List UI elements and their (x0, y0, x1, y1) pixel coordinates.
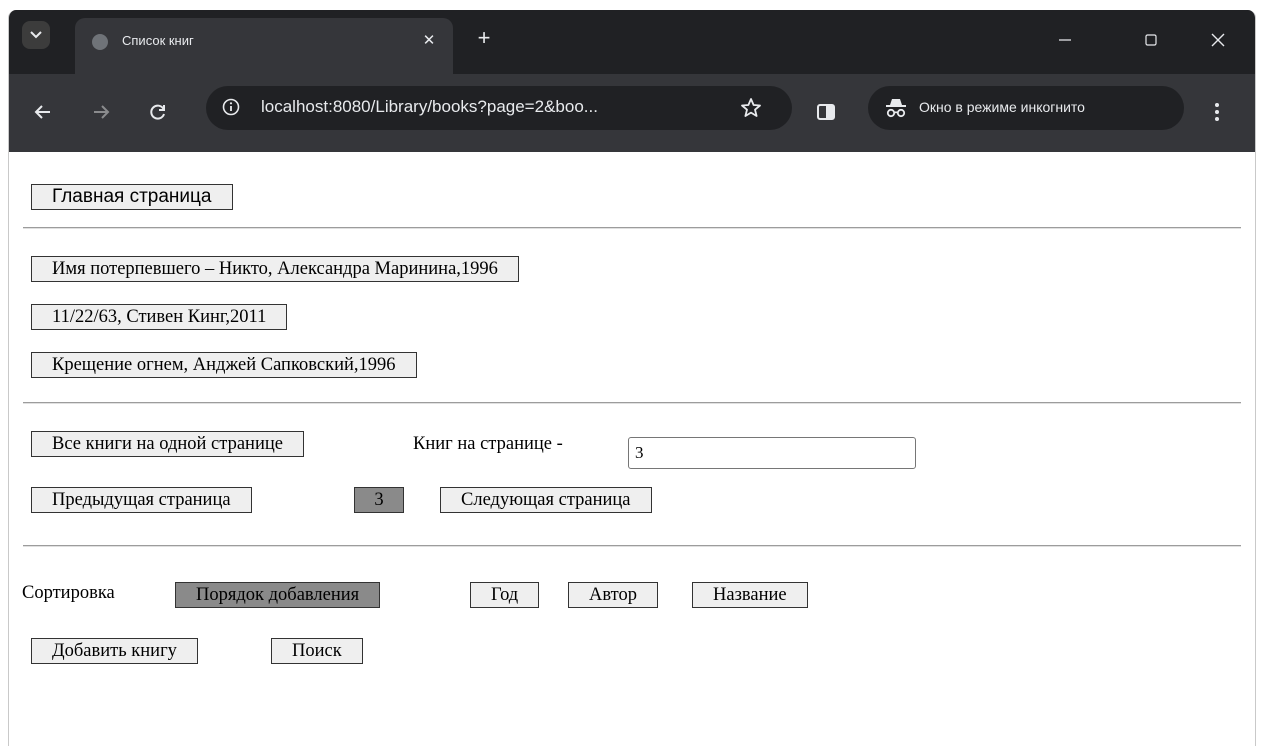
chevron-down-icon (30, 31, 42, 39)
book-item-3[interactable]: Крещение огнем, Анджей Сапковский,1996 (31, 352, 417, 378)
toolbar: localhost:8080/Library/books?page=2&boo.… (9, 74, 1255, 152)
incognito-badge[interactable]: Окно в режиме инкогнито (868, 86, 1184, 130)
close-icon (1211, 33, 1225, 47)
back-button[interactable] (31, 100, 55, 124)
minimize-button[interactable] (1045, 28, 1085, 52)
close-window-button[interactable] (1198, 28, 1238, 52)
incognito-label: Окно в режиме инкогнито (919, 99, 1085, 115)
forward-button[interactable] (89, 100, 113, 124)
per-page-label: Книг на странице - (413, 434, 563, 454)
sort-label: Сортировка (22, 583, 115, 603)
divider (23, 227, 1241, 229)
book-item-2[interactable]: 11/22/63, Стивен Кинг,2011 (31, 304, 288, 330)
tab-title: Список книг (122, 33, 194, 48)
side-panel-icon[interactable] (814, 100, 838, 124)
previous-page-button[interactable]: Предыдущая страница (31, 487, 252, 513)
info-icon[interactable] (222, 98, 240, 116)
tab-search-button[interactable] (22, 21, 50, 49)
incognito-icon (886, 99, 906, 118)
url-text[interactable]: localhost:8080/Library/books?page=2&boo.… (261, 97, 598, 117)
address-bar[interactable]: localhost:8080/Library/books?page=2&boo.… (206, 86, 792, 130)
current-page-indicator: 3 (354, 487, 404, 513)
tab-active[interactable]: Список книг ✕ (75, 18, 453, 74)
more-menu-icon[interactable] (1209, 100, 1225, 124)
browser-window: Список книг ✕ + localhost:8080/Library/b… (8, 10, 1256, 746)
home-button[interactable]: Главная страница (31, 184, 233, 210)
back-arrow-icon (34, 105, 50, 119)
new-tab-button[interactable]: + (472, 27, 496, 51)
all-books-button[interactable]: Все книги на одной странице (31, 431, 304, 457)
reload-icon (150, 104, 165, 120)
sort-by-author-button[interactable]: Автор (568, 582, 658, 608)
tab-strip: Список книг ✕ + (9, 10, 1255, 74)
book-item-1[interactable]: Имя потерпевшего – Никто, Александра Мар… (31, 256, 519, 282)
forward-arrow-icon (94, 105, 110, 119)
sort-by-added-button[interactable]: Порядок добавления (175, 582, 381, 608)
divider (23, 402, 1241, 404)
next-page-button[interactable]: Следующая страница (440, 487, 652, 513)
bookmark-star-icon[interactable] (739, 96, 763, 120)
reload-button[interactable] (146, 100, 170, 124)
sort-by-year-button[interactable]: Год (470, 582, 540, 608)
add-book-button[interactable]: Добавить книгу (31, 638, 198, 664)
per-page-input[interactable] (628, 437, 916, 469)
minimize-icon (1059, 39, 1071, 41)
sort-by-title-button[interactable]: Название (692, 582, 808, 608)
close-tab-icon[interactable]: ✕ (419, 30, 439, 50)
maximize-icon (1145, 34, 1157, 46)
maximize-button[interactable] (1131, 28, 1171, 52)
divider (23, 545, 1241, 547)
globe-icon (92, 34, 108, 50)
search-button[interactable]: Поиск (271, 638, 363, 664)
